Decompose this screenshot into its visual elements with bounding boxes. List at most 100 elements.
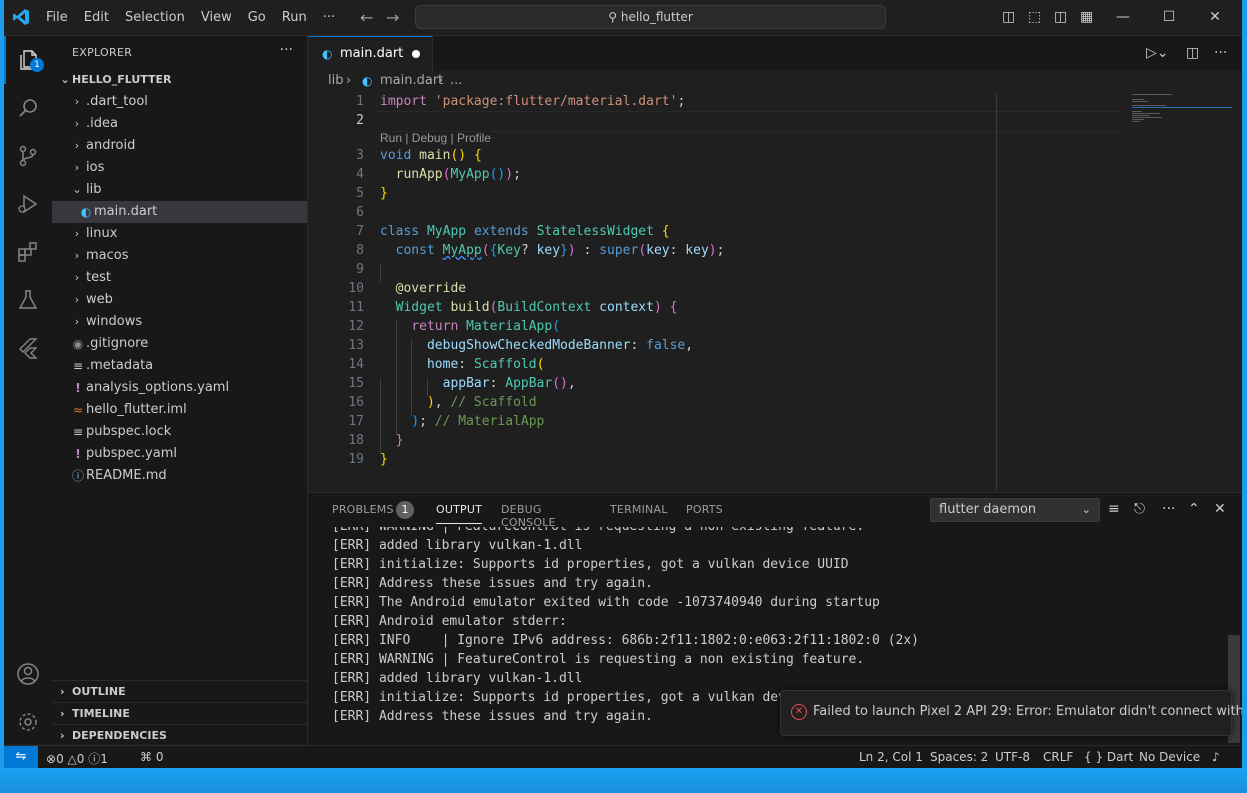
tree-item-main-dart[interactable]: ◐ main.dart (52, 201, 307, 223)
output-channel-select[interactable]: flutter daemon ⌄ (930, 498, 1100, 522)
tree-item-label: ios (86, 160, 105, 175)
tab-terminal[interactable]: TERMINAL (610, 503, 668, 516)
word-wrap-icon[interactable]: ≡ (1108, 501, 1120, 517)
forward-arrow-icon[interactable]: → (386, 8, 399, 27)
close-panel-icon[interactable]: ✕ (1214, 501, 1226, 517)
manage-activity[interactable] (4, 698, 52, 746)
menu-more[interactable]: ··· (315, 10, 343, 25)
tree-item-test[interactable]: › test (52, 267, 307, 289)
tree-item-pubspec-lock[interactable]: ≡ pubspec.lock (52, 421, 307, 443)
language-status[interactable]: { } Dart (1084, 750, 1133, 764)
source-control-activity[interactable] (4, 132, 52, 180)
error-notification[interactable]: ✕ Failed to launch Pixel 2 API 29: Error… (780, 690, 1242, 736)
timeline-section[interactable]: › TIMELINE (52, 702, 307, 725)
tree-item-macos[interactable]: › macos (52, 245, 307, 267)
maximize-panel-icon[interactable]: ⌃ (1188, 501, 1200, 517)
encoding-status[interactable]: UTF-8 (995, 750, 1030, 764)
tree-item-label: .gitignore (86, 336, 149, 351)
device-status[interactable]: No Device (1139, 750, 1200, 764)
flutter-activity[interactable] (4, 324, 52, 372)
tree-item-lib[interactable]: ⌄ lib (52, 179, 307, 201)
code-editor[interactable]: 1 2 3 4 5 6 7 8 9 10 11 12 13 14 15 16 17 18 19 Run | Debu… (308, 93, 1242, 491)
project-root[interactable]: ⌄ HELLO_FLUTTER (52, 69, 307, 91)
more-actions-icon[interactable]: ··· (1214, 45, 1227, 61)
gitignore-file-icon: ◉ (72, 337, 84, 351)
menu-file[interactable]: File (38, 10, 76, 25)
run-debug-dropdown-icon[interactable]: ▷⌄ (1146, 45, 1169, 61)
tree-item-label: pubspec.yaml (86, 446, 177, 461)
notifications-bell-icon[interactable]: ♪ (1212, 750, 1220, 764)
accounts-activity[interactable] (4, 650, 52, 698)
close-icon[interactable]: ✕ (1192, 0, 1238, 35)
menu-go[interactable]: Go (240, 10, 274, 25)
remote-indicator-icon[interactable]: ⇋ (4, 746, 38, 768)
customize-layout-icon[interactable]: ▦ (1080, 9, 1093, 25)
tree-item-metadata[interactable]: ≡ .metadata (52, 355, 307, 377)
explorer-activity[interactable]: 1 (4, 36, 54, 84)
tree-item-ios[interactable]: › ios (52, 157, 307, 179)
dependencies-label: DEPENDENCIES (72, 729, 167, 742)
back-arrow-icon[interactable]: ← (360, 8, 373, 27)
maximize-icon[interactable]: ☐ (1146, 0, 1192, 35)
unsaved-dot-icon[interactable] (412, 50, 420, 58)
tree-item-windows[interactable]: › windows (52, 311, 307, 333)
tree-item-dart-tool[interactable]: › .dart_tool (52, 91, 307, 113)
more-actions-icon[interactable]: ··· (1162, 501, 1175, 517)
tree-item-idea[interactable]: › .idea (52, 113, 307, 135)
dart-file-icon: ◐ (362, 74, 373, 88)
split-editor-icon[interactable]: ◫ (1186, 45, 1199, 61)
problems-status[interactable]: ⊗0 △0 ⓘ1 (46, 750, 108, 767)
toggle-secondary-sidebar-icon[interactable]: ◫ (1054, 9, 1067, 25)
menu-edit[interactable]: Edit (76, 10, 117, 25)
tree-item-gitignore[interactable]: ◉ .gitignore (52, 333, 307, 355)
flask-icon (18, 290, 38, 309)
dependencies-section[interactable]: › DEPENDENCIES (52, 724, 307, 747)
outline-section[interactable]: › OUTLINE (52, 680, 307, 703)
indentation-status[interactable]: Spaces: 2 (930, 750, 988, 764)
minimap[interactable] (1124, 93, 1232, 491)
warning-count: 0 (76, 752, 85, 766)
tab-main-dart[interactable]: ◐ main.dart (308, 36, 433, 72)
search-label: hello_flutter (620, 10, 693, 24)
notification-message: Failed to launch Pixel 2 API 29: Error: … (813, 704, 1242, 719)
codelens-run-debug-profile[interactable]: Run | Debug | Profile (380, 131, 491, 145)
tab-debug-console[interactable]: DEBUG CONSOLE (501, 503, 556, 529)
tab-problems[interactable]: PROBLEMS (332, 503, 394, 516)
testing-activity[interactable] (4, 276, 52, 324)
tree-item-hello-flutter-iml[interactable]: ≈ hello_flutter.iml (52, 399, 307, 421)
cursor-position[interactable]: Ln 2, Col 1 (859, 750, 923, 764)
ports-status[interactable]: ⌘ 0 (140, 750, 163, 764)
tree-item-pubspec-yaml[interactable]: ! pubspec.yaml (52, 443, 307, 465)
yaml-file-icon: ! (75, 447, 81, 461)
project-name: HELLO_FLUTTER (72, 73, 172, 86)
tree-item-analysis-options-yaml[interactable]: ! analysis_options.yaml (52, 377, 307, 399)
run-debug-activity[interactable] (4, 180, 52, 228)
breadcrumb-symbol[interactable]: ... (450, 71, 462, 91)
tree-item-linux[interactable]: › linux (52, 223, 307, 245)
search-activity[interactable] (4, 84, 52, 132)
tree-item-readme-md[interactable]: ⓘ README.md (52, 465, 307, 487)
output-line: [ERR] The Android emulator exited with c… (332, 595, 880, 610)
extensions-activity[interactable] (4, 228, 52, 276)
more-actions-icon[interactable]: ··· (280, 42, 293, 58)
toggle-panel-icon[interactable]: ⬚ (1028, 9, 1041, 25)
menu-selection[interactable]: Selection (117, 10, 193, 25)
tab-output[interactable]: OUTPUT (436, 503, 483, 524)
lock-icon[interactable]: ⎋ (1134, 501, 1145, 517)
timeline-label: TIMELINE (72, 707, 130, 720)
tab-ports[interactable]: PORTS (686, 503, 723, 516)
breadcrumb-lib[interactable]: lib (328, 71, 343, 91)
eol-status[interactable]: CRLF (1043, 750, 1073, 764)
code-line-1: import 'package:flutter/material.dart'; (380, 94, 686, 109)
menu-run[interactable]: Run (274, 10, 315, 25)
breadcrumb-file[interactable]: main.dart (380, 71, 443, 91)
minimap-line (1132, 119, 1144, 120)
command-center-search[interactable]: ⚲ hello_flutter (415, 5, 886, 29)
toggle-primary-sidebar-icon[interactable]: ◫ (1002, 9, 1015, 25)
tree-item-web[interactable]: › web (52, 289, 307, 311)
tree-item-android[interactable]: › android (52, 135, 307, 157)
minimap-line (1132, 99, 1144, 100)
minimize-icon[interactable]: — (1100, 0, 1146, 35)
menu-view[interactable]: View (193, 10, 240, 25)
